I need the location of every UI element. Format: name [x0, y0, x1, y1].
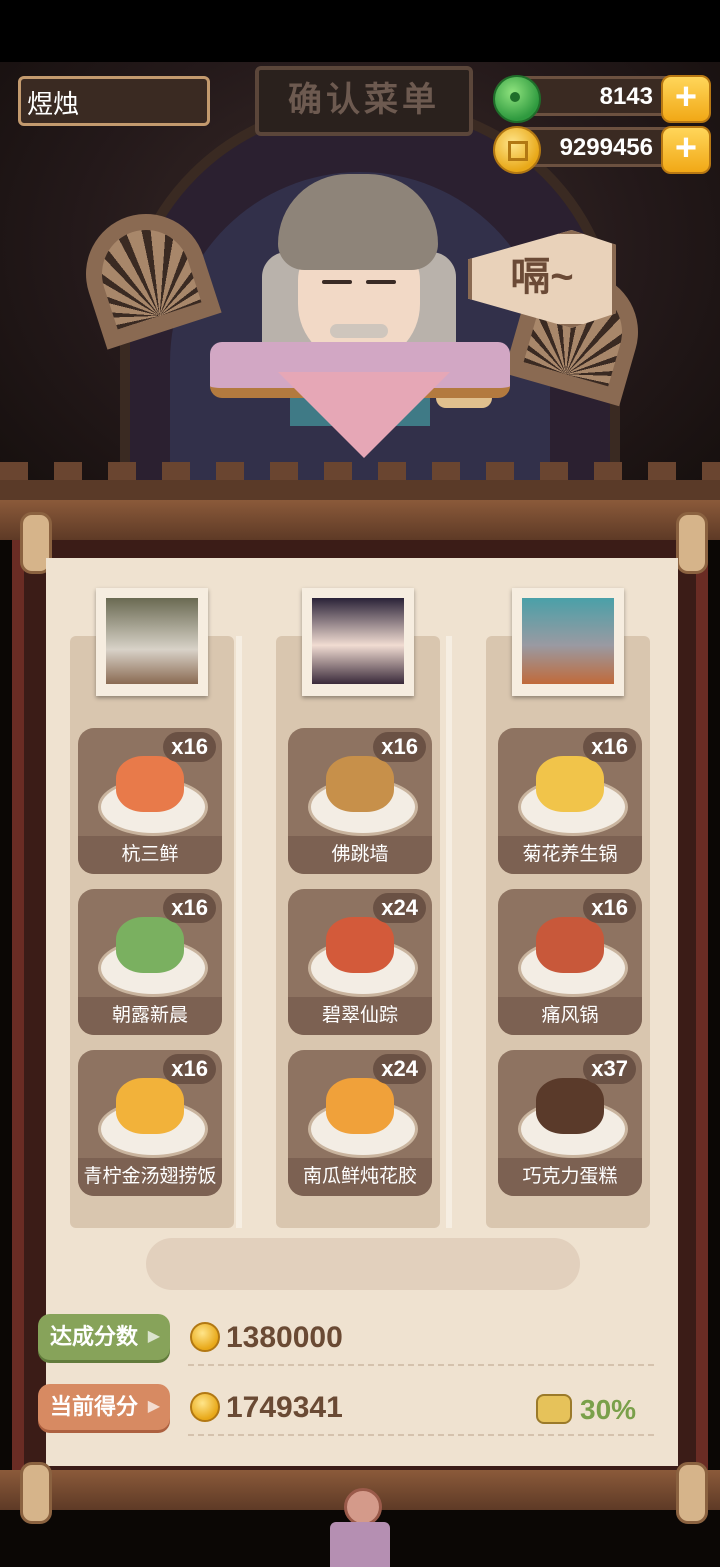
tassel-fringe — [330, 1522, 390, 1567]
target-score-row: 达成分数 1380000 — [38, 1310, 654, 1366]
menu-title-plaque: 确认菜单 — [255, 66, 473, 136]
jade-currency: 8143 + — [493, 75, 711, 123]
add-coins-button[interactable]: + — [661, 126, 711, 174]
dish-count: x24 — [373, 1054, 426, 1084]
coin-amount: 9299456 — [559, 134, 653, 161]
score-divider — [188, 1434, 654, 1436]
bonus-coin-bag-icon — [536, 1394, 572, 1424]
dish-count: x16 — [163, 732, 216, 762]
target-score-value: 1380000 — [226, 1321, 343, 1354]
gold-coin-icon — [190, 1392, 220, 1422]
dish-food-icon — [536, 756, 604, 812]
dish-card[interactable]: x16 痛风锅 — [498, 889, 642, 1035]
bonus-percent: 30% — [580, 1394, 637, 1425]
guest-portrait-1[interactable] — [96, 588, 208, 696]
dish-name: 菊花养生锅 — [498, 836, 642, 874]
dish-count: x16 — [583, 893, 636, 923]
dish-name: 碧翠仙踪 — [288, 997, 432, 1035]
dish-food-icon — [326, 1078, 394, 1134]
gold-coin-icon — [190, 1322, 220, 1352]
score-divider — [188, 1364, 654, 1366]
dish-name: 巧克力蛋糕 — [498, 1158, 642, 1196]
scroll-knob-bottom-left — [20, 1462, 52, 1524]
guest-portrait-3[interactable] — [512, 588, 624, 696]
dish-card[interactable]: x16 菊花养生锅 — [498, 728, 642, 874]
dish-count: x16 — [163, 1054, 216, 1084]
dish-count: x24 — [373, 893, 426, 923]
dish-card[interactable]: x24 碧翠仙踪 — [288, 889, 432, 1035]
dish-food-icon — [536, 917, 604, 973]
tassel-decoration — [320, 1488, 400, 1567]
gold-coin-icon — [493, 126, 541, 174]
dish-count: x16 — [373, 732, 426, 762]
dish-count: x37 — [583, 1054, 636, 1084]
add-jade-button[interactable]: + — [661, 75, 711, 123]
dish-food-icon — [116, 1078, 184, 1134]
dish-name: 青柠金汤翅捞饭 — [78, 1158, 222, 1196]
dish-food-icon — [116, 917, 184, 973]
current-score-label: 当前得分 — [38, 1384, 170, 1430]
white-hair-girl-avatar — [106, 598, 198, 684]
dish-name: 南瓜鲜炖花胶 — [288, 1158, 432, 1196]
player-name-box: 煜烛 — [18, 76, 210, 126]
dish-card[interactable]: x16 朝露新晨 — [78, 889, 222, 1035]
dish-name: 佛跳墙 — [288, 836, 432, 874]
chef-eye-left — [322, 280, 352, 284]
dish-card[interactable]: x16 佛跳墙 — [288, 728, 432, 874]
column-divider-2 — [446, 636, 452, 1228]
dish-food-icon — [116, 756, 184, 812]
dish-name: 杭三鲜 — [78, 836, 222, 874]
jade-coin-icon — [493, 75, 541, 123]
dish-card[interactable]: x16 青柠金汤翅捞饭 — [78, 1050, 222, 1196]
purple-hair-girl-avatar — [312, 598, 404, 684]
dish-card[interactable]: x24 南瓜鲜炖花胶 — [288, 1050, 432, 1196]
tassel-knot-icon — [344, 1488, 382, 1526]
status-bar — [0, 0, 720, 62]
dish-food-icon — [326, 756, 394, 812]
wolf-soldier-avatar — [522, 598, 614, 684]
jade-amount: 8143 — [599, 83, 653, 110]
dish-food-icon — [326, 917, 394, 973]
dish-card[interactable]: x16 杭三鲜 — [78, 728, 222, 874]
target-score-label: 达成分数 — [38, 1314, 170, 1360]
scroll-rod-top — [0, 500, 720, 540]
fence-beam — [0, 480, 720, 500]
dish-card[interactable]: x37 巧克力蛋糕 — [498, 1050, 642, 1196]
scroll-knob-top-right — [676, 512, 708, 574]
chef-eye-right — [366, 280, 396, 284]
dish-count: x16 — [163, 893, 216, 923]
scroll-knob-bottom-right — [676, 1462, 708, 1524]
dish-count: x16 — [583, 732, 636, 762]
dish-name: 朝露新晨 — [78, 997, 222, 1035]
column-divider-1 — [236, 636, 242, 1228]
dish-food-icon — [536, 1078, 604, 1134]
confirm-bar[interactable] — [146, 1238, 580, 1290]
coin-currency: 9299456 + — [493, 126, 711, 174]
guest-portrait-2[interactable] — [302, 588, 414, 696]
dish-name: 痛风锅 — [498, 997, 642, 1035]
current-score-row: 当前得分 1749341 30% — [38, 1380, 654, 1436]
chef-mustache — [330, 324, 388, 338]
current-score-value: 1749341 — [226, 1391, 343, 1424]
